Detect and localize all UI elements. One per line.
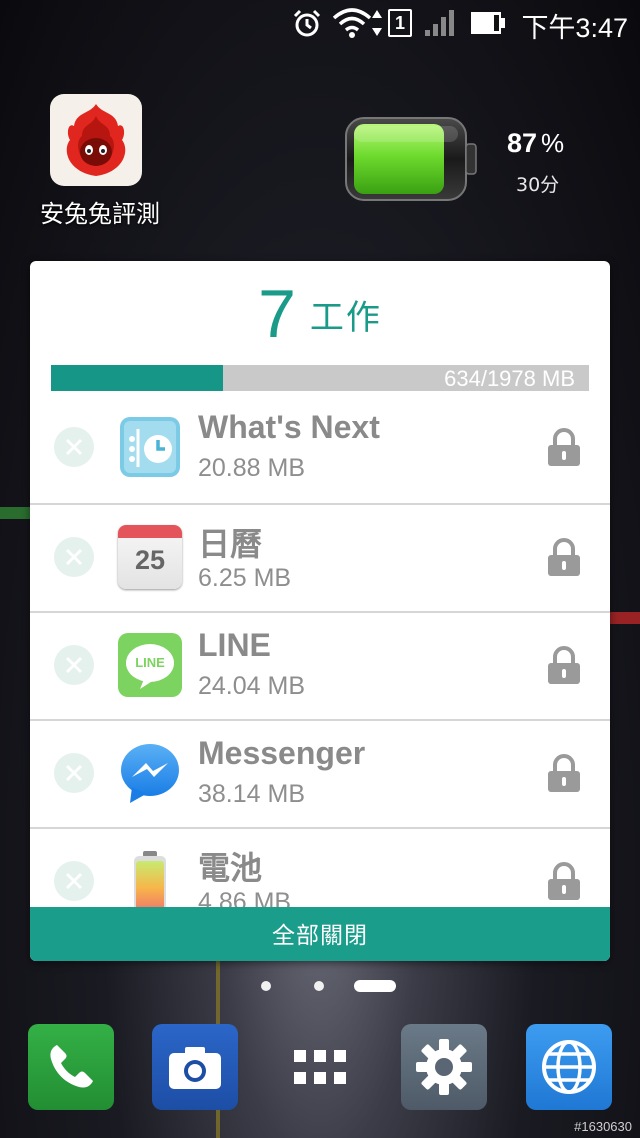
lock-icon[interactable] [546,645,582,685]
list-item[interactable]: What's Next 20.88 MB [30,395,610,503]
battery-widget[interactable] [344,116,478,206]
lock-icon[interactable] [546,537,582,577]
all-apps-button[interactable] [277,1024,363,1110]
background-streak [610,612,640,624]
task-manager-card: 7 工作 634/1978 MB What's Next 20.88 MB 25… [30,261,610,961]
close-task-button[interactable] [54,537,94,577]
antutu-icon [50,94,142,186]
messenger-icon [121,744,179,803]
calendar-icon-header [118,525,182,538]
settings-gear-icon [416,1039,472,1095]
line-icon-text: LINE [135,655,165,670]
page-dot[interactable] [261,981,271,991]
app-name: What's Next [198,409,380,445]
app-name: 電池 [198,850,263,886]
sim-slot-label: 1 [394,13,405,33]
task-count: 7 [258,276,296,352]
memory-usage-bar: 634/1978 MB [51,365,589,391]
close-task-button[interactable] [54,753,94,793]
close-task-button[interactable] [54,861,94,901]
close-task-button[interactable] [54,645,94,685]
battery-percent-value: 87 [507,128,538,158]
battery-percent-sign: % [541,128,565,158]
list-item[interactable]: 電池 4.86 MB [30,827,610,907]
signal-icon [425,10,454,36]
close-icon [65,764,83,782]
app-name: LINE [198,627,271,663]
page-dot[interactable] [314,981,324,991]
close-icon [65,656,83,674]
whats-next-icon [120,417,180,477]
close-icon [65,438,83,456]
wifi-icon [332,8,372,38]
task-label: 工作 [309,297,382,338]
task-manager-title: 7 工作 [30,275,610,353]
status-bar: 1 下午3:47 [0,0,640,46]
browser-globe-icon [542,1040,596,1094]
background-streak [0,507,32,519]
battery-icon [471,12,505,34]
close-icon [65,548,83,566]
camera-app-button[interactable] [152,1024,238,1110]
line-icon: LINE [118,633,182,697]
alarm-icon [293,9,321,37]
close-task-button[interactable] [54,427,94,467]
calendar-icon: 25 [118,525,182,589]
list-item[interactable]: Messenger 38.14 MB [30,719,610,829]
memory-usage-text: 634/1978 MB [444,366,575,391]
sim-icon: 1 [388,9,412,37]
data-arrows-icon [372,10,382,36]
app-memory: 24.04 MB [198,672,306,700]
list-item[interactable]: 25 日曆 6.25 MB [30,503,610,613]
antutu-label: 安兔兔評測 [40,200,160,228]
watermark: #1630630 [574,1119,632,1134]
lock-icon[interactable] [546,427,582,467]
antutu-shortcut[interactable]: 安兔兔評測 [30,94,170,229]
battery-percent: 87% [507,128,564,159]
lock-icon[interactable] [546,861,582,901]
camera-icon [169,1047,221,1089]
battery-widget-icon [345,117,477,201]
battery-time-remaining: 30分 [516,174,560,196]
lock-icon[interactable] [546,753,582,793]
page-dot-current[interactable] [354,980,396,992]
apps-grid-icon [294,1050,346,1084]
app-memory: 6.25 MB [198,564,292,592]
close-icon [65,872,83,890]
phone-icon [50,1045,93,1088]
app-name: Messenger [198,735,366,771]
battery-app-icon [134,851,166,907]
list-item[interactable]: LINE LINE 24.04 MB [30,611,610,721]
page-indicator [0,980,640,992]
phone-app-button[interactable] [28,1024,114,1110]
app-memory: 38.14 MB [198,780,306,808]
calendar-icon-day: 25 [134,545,166,575]
memory-usage-fill [51,365,224,391]
settings-app-button[interactable] [401,1024,487,1110]
running-apps-list: What's Next 20.88 MB 25 日曆 6.25 MB LINE … [30,395,610,907]
app-name: 日曆 [198,526,263,562]
close-all-button[interactable]: 全部關閉 [30,907,610,961]
status-time: 下午3:47 [521,13,628,43]
browser-app-button[interactable] [526,1024,612,1110]
app-memory: 20.88 MB [198,454,306,482]
app-memory: 4.86 MB [198,888,292,907]
